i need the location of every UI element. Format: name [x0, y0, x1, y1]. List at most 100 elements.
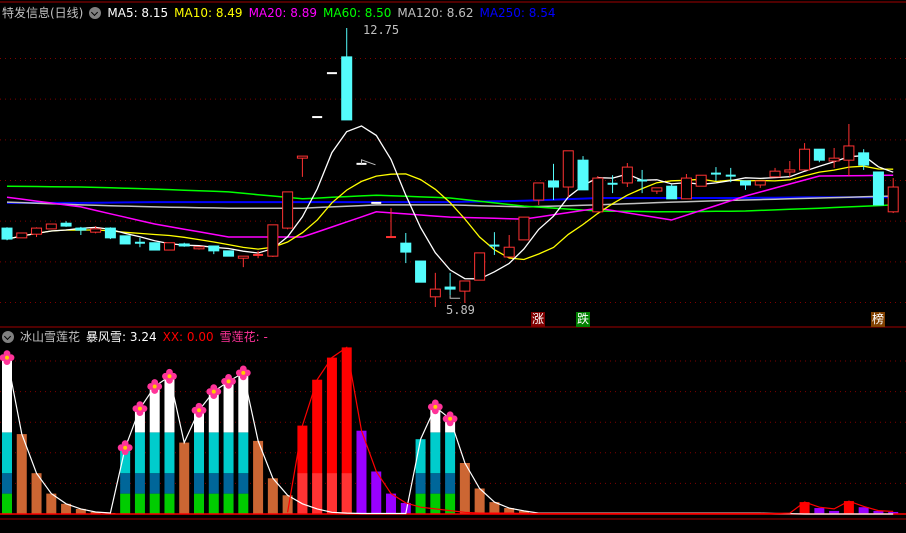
candle-body [415, 260, 427, 283]
ma60-label: MA60: 8.50 [323, 5, 392, 20]
purple-bar [356, 430, 367, 514]
signal-rise-tag: 涨 [531, 312, 545, 327]
candle-body [429, 288, 441, 298]
candle-body [828, 157, 840, 162]
candle-body [799, 148, 811, 171]
snow-bar-segment [164, 473, 175, 494]
snow-bar-segment [223, 432, 234, 474]
brown-bar [179, 442, 190, 514]
snow-bar-segment [208, 493, 219, 514]
snow-bar-segment [134, 493, 145, 514]
snow-bar-segment [415, 473, 426, 494]
candle-body [400, 242, 412, 253]
candle-body [858, 152, 870, 166]
brown-bar [253, 440, 264, 514]
brown-bar [16, 434, 27, 514]
candle-body [621, 166, 633, 184]
snow-bar-segment [208, 432, 219, 474]
candle-body [887, 186, 899, 213]
ma20-label: MA20: 8.89 [248, 5, 317, 20]
candle-body [104, 227, 116, 239]
snow-bar-segment [445, 432, 456, 474]
candle-body [592, 177, 604, 213]
candle-body [813, 148, 825, 161]
flower-center-icon [123, 445, 128, 450]
candle-body [533, 182, 545, 201]
snow-bar-segment [2, 493, 12, 514]
ma10-label: MA10: 8.49 [174, 5, 243, 20]
signal-fall-tag: 跌 [576, 312, 590, 327]
snow-bar-segment [164, 432, 175, 474]
flower-center-icon [137, 406, 142, 411]
purple-bar [814, 508, 825, 514]
candle-body [149, 242, 161, 251]
brown-bar [459, 463, 470, 514]
candle-body [740, 180, 751, 186]
flower-center-icon [152, 384, 157, 389]
kline-chart[interactable] [0, 0, 906, 533]
candle-body [223, 250, 235, 257]
candle-body [754, 180, 766, 186]
snow-bar-segment [2, 357, 12, 433]
purple-bar [858, 507, 869, 514]
snow-bar-segment [430, 493, 441, 514]
candle-body [577, 159, 589, 191]
flower-center-icon [197, 408, 202, 413]
candle-body [459, 280, 471, 292]
snow-bar-segment [238, 432, 249, 474]
snow-bar-segment [120, 473, 131, 494]
snow-bar-segment [194, 493, 205, 514]
brown-bar [31, 473, 42, 514]
chevron-down-icon[interactable] [2, 330, 14, 343]
xx-value: XX: 0.00 [162, 329, 214, 344]
flower-center-icon [167, 374, 172, 379]
snow-bar-segment [164, 493, 175, 514]
snow-bar-segment [430, 473, 441, 494]
candle-body [680, 177, 692, 200]
red-bar-lower [326, 473, 337, 514]
snow-bar-segment [134, 473, 145, 494]
signal-list-tag: 榜 [871, 312, 885, 327]
flower-center-icon [448, 416, 453, 421]
low-arrow-icon [449, 295, 461, 299]
indicator-name: 冰山雪莲花 [20, 330, 81, 344]
candle-body [769, 170, 781, 178]
chevron-down-icon[interactable] [89, 6, 102, 19]
candle-body [60, 222, 72, 227]
candle-body [666, 185, 678, 200]
snow-bar-segment [238, 493, 249, 514]
candle-body [695, 174, 707, 187]
snow-bar-segment [149, 493, 160, 514]
snow-bar-segment [430, 432, 441, 474]
candle-body [474, 252, 486, 281]
snow-bar-segment [194, 432, 205, 474]
ma120-label: MA120: 8.62 [397, 5, 474, 20]
flower-center-icon [226, 379, 231, 384]
brown-bar [267, 478, 278, 514]
snow-bar-segment [164, 376, 175, 433]
snow-bar-segment [415, 493, 426, 514]
snow-bar-segment [223, 493, 234, 514]
candle-body [31, 227, 43, 235]
snow-bar-segment [194, 473, 205, 494]
candle-body [296, 155, 308, 159]
candle-body [193, 246, 205, 250]
snow-bar-segment [149, 473, 160, 494]
main-legend: 特发信息(日线) MA5: 8.15 MA10: 8.49 MA20: 8.89… [2, 4, 556, 21]
candle-body [119, 235, 131, 245]
candle-body [267, 224, 279, 257]
flower-center-icon [433, 404, 438, 409]
candle-body [872, 171, 884, 206]
candle-body [562, 150, 574, 188]
candle-body [90, 228, 102, 233]
baofengxue-value: 暴风雪: 3.24 [86, 330, 157, 344]
candle-body [843, 145, 855, 161]
candle-body [178, 243, 190, 247]
flower-center-icon [5, 355, 9, 360]
ma5-label: MA5: 8.15 [107, 5, 169, 20]
flower-center-icon [211, 389, 216, 394]
candle-body [45, 223, 57, 230]
snow-bar-segment [134, 432, 145, 474]
indicator-legend: 冰山雪莲花 暴风雪: 3.24 XX: 0.00 雪莲花: - [2, 328, 268, 345]
high-price-label: 12.75 [363, 23, 400, 37]
